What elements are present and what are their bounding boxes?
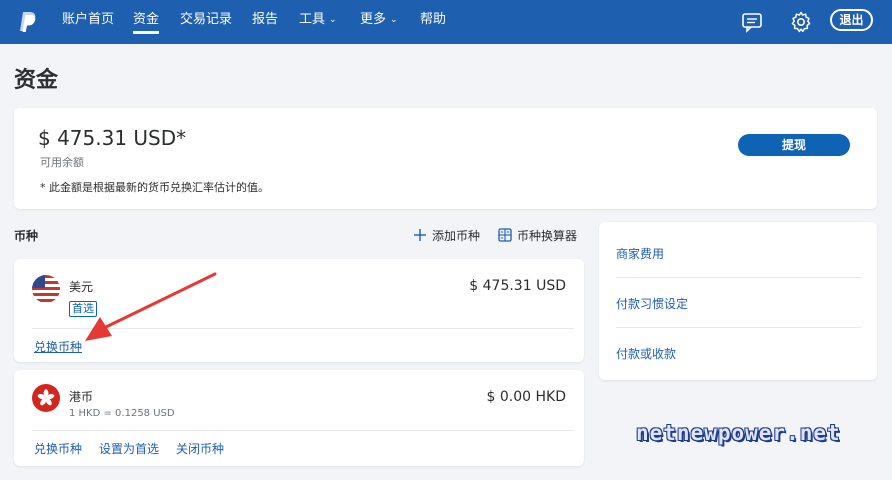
close-currency-link-hkd[interactable]: 关闭币种 — [176, 440, 224, 457]
primary-badge: 首选 — [69, 301, 97, 317]
hk-flag-icon — [32, 384, 60, 412]
side-divider — [616, 277, 861, 278]
nav-item-transactions[interactable]: 交易记录 — [180, 12, 232, 28]
send-or-receive-link[interactable]: 付款或收款 — [616, 345, 676, 362]
currency-amount-usd: $ 475.31 USD — [469, 278, 566, 294]
logout-button[interactable]: 退出 — [830, 9, 873, 31]
nav-item-help[interactable]: 帮助 — [420, 12, 446, 28]
calculator-icon — [498, 228, 512, 242]
available-balance-label: 可用余额 — [40, 156, 84, 169]
side-divider — [616, 327, 861, 328]
side-links-card: 商家费用 付款习惯设定 付款或收款 — [599, 222, 877, 380]
add-currency-link[interactable]: 添加币种 — [413, 227, 480, 244]
withdraw-button[interactable]: 提现 — [738, 134, 850, 156]
card-divider — [32, 430, 574, 431]
paypal-logo[interactable] — [17, 10, 37, 34]
gear-icon[interactable] — [789, 10, 813, 34]
watermark: netnewpower.net — [636, 421, 841, 445]
exchange-rate-hkd: 1 HKD = 0.1258 USD — [69, 408, 175, 419]
currency-name-hkd: 港币 — [69, 390, 94, 404]
merchant-fees-link[interactable]: 商家费用 — [616, 245, 664, 262]
nav-item-funds[interactable]: 资金 — [133, 12, 160, 34]
message-icon[interactable] — [740, 10, 764, 34]
top-navigation: 账户首页 资金 交易记录 报告 工具 ⌄ 更多 ⌄ 帮助 退出 — [0, 0, 892, 44]
convert-currency-link-usd[interactable]: 兑换币种 — [34, 338, 82, 355]
nav-item-tools[interactable]: 工具 ⌄ — [299, 12, 337, 28]
currency-card-hkd: 港币 1 HKD = 0.1258 USD $ 0.00 HKD 兑换币种 设置… — [14, 370, 584, 466]
balance-amount: $ 475.31 USD* — [38, 126, 187, 150]
currency-amount-hkd: $ 0.00 HKD — [486, 389, 566, 405]
currency-converter-link[interactable]: 币种换算器 — [498, 227, 577, 244]
balance-card: $ 475.31 USD* 可用余额 * 此金额是根据最新的货币兑换汇率估计的值… — [14, 108, 877, 209]
chevron-down-icon: ⌄ — [390, 15, 398, 25]
chevron-down-icon: ⌄ — [329, 15, 337, 25]
plus-icon — [414, 229, 426, 241]
convert-currency-link-hkd[interactable]: 兑换币种 — [34, 440, 82, 457]
us-flag-icon — [32, 275, 60, 303]
payment-preferences-link[interactable]: 付款习惯设定 — [616, 295, 688, 312]
currencies-section-label: 币种 — [14, 229, 39, 243]
nav-item-account-home[interactable]: 账户首页 — [62, 12, 114, 28]
exchange-rate-note: * 此金额是根据最新的货币兑换汇率估计的值。 — [40, 181, 269, 194]
currency-name-usd: 美元 — [69, 280, 94, 294]
nav-item-more[interactable]: 更多 ⌄ — [360, 12, 398, 28]
page-title: 资金 — [14, 68, 59, 93]
set-primary-link-hkd[interactable]: 设置为首选 — [99, 440, 159, 457]
nav-item-reports[interactable]: 报告 — [252, 12, 278, 28]
card-divider — [32, 328, 574, 329]
currency-card-usd: 美元 首选 $ 475.31 USD 兑换币种 — [14, 259, 584, 362]
